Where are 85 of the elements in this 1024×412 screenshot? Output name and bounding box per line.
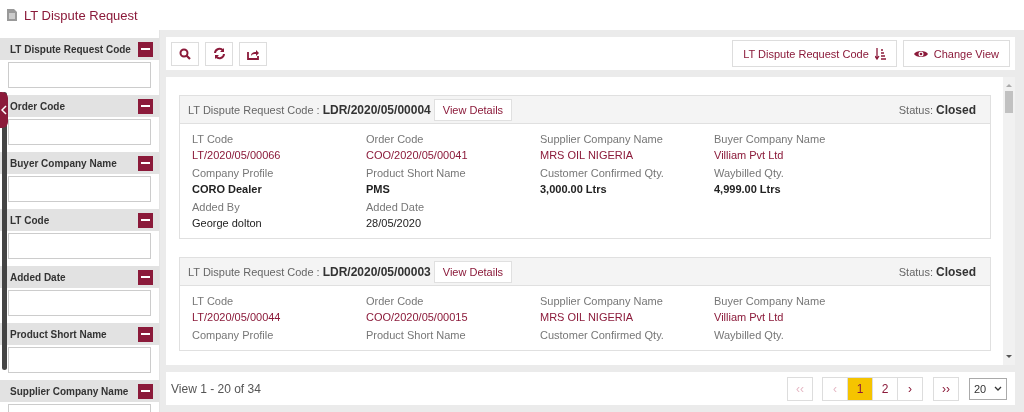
caret-down-icon	[994, 386, 1002, 391]
field-value: 4,999.00 Ltrs	[714, 182, 782, 197]
filter-input[interactable]	[8, 176, 151, 202]
field-value: PMS	[366, 182, 391, 197]
collapse-button[interactable]	[138, 383, 153, 399]
field-label: Customer Confirmed Qty.	[540, 166, 665, 181]
field-label: LT Code	[192, 294, 235, 309]
export-icon	[246, 47, 260, 60]
field-value[interactable]: MRS OIL NIGERIA	[540, 147, 714, 163]
field-label: Added Date	[366, 200, 426, 215]
chevron-left-icon	[1, 105, 7, 115]
document-icon	[7, 9, 17, 21]
scroll-thumb[interactable]	[1005, 91, 1013, 113]
field-label: Company Profile	[192, 166, 275, 181]
field-value[interactable]: Villiam Pvt Ltd	[714, 309, 888, 325]
collapse-button[interactable]	[138, 326, 153, 342]
search-icon	[179, 47, 191, 60]
refresh-icon	[212, 47, 226, 60]
field-value[interactable]: MRS OIL NIGERIA	[540, 309, 714, 325]
field-value[interactable]: COO/2020/05/00041	[366, 147, 540, 163]
export-button[interactable]	[239, 41, 267, 66]
filter-input[interactable]	[8, 119, 151, 145]
filter-label: Product Short Name	[10, 328, 108, 340]
next-page-button[interactable]: ›	[897, 376, 923, 401]
filter-label: LT Dispute Request Code	[10, 43, 132, 55]
status-label: Status:	[898, 103, 933, 116]
field-value: 3,000.00 Ltrs	[540, 182, 608, 197]
collapse-button[interactable]	[138, 212, 153, 228]
field-label: Supplier Company Name	[540, 294, 664, 309]
field-label: Company Profile	[192, 328, 275, 343]
refresh-button[interactable]	[205, 41, 233, 66]
field-label: Product Short Name	[366, 166, 467, 181]
status-value: Closed	[936, 264, 976, 279]
field-value: George dolton	[192, 216, 263, 231]
filter-label: LT Code	[10, 214, 51, 226]
filter-label: Added Date	[10, 271, 67, 283]
field-value: 28/05/2020	[366, 216, 423, 231]
field-value[interactable]: LT/2020/05/00066	[192, 147, 366, 163]
field-label: Order Code	[366, 132, 425, 147]
status-value: Closed	[936, 102, 976, 117]
sort-button[interactable]: LT Dispute Request Code	[732, 40, 897, 67]
field-value[interactable]: LT/2020/05/00044	[192, 309, 366, 325]
page-size-select[interactable]: 20	[969, 377, 1007, 400]
field-value: CORO Dealer	[192, 182, 263, 197]
view-details-button[interactable]: View Details	[433, 98, 513, 121]
filter-label: Supplier Company Name	[10, 385, 130, 397]
request-code: LDR/2020/05/00004	[322, 102, 431, 117]
field-label: Waybilled Qty.	[714, 328, 785, 343]
status-label: Status:	[898, 265, 933, 278]
last-page-button[interactable]: ››	[933, 376, 959, 401]
change-view-button[interactable]: Change View	[902, 40, 1010, 67]
page-title: LT Dispute Request	[24, 7, 138, 23]
field-label: Product Short Name	[366, 328, 467, 343]
code-label: LT Dispute Request Code :	[188, 265, 320, 278]
field-label: Waybilled Qty.	[714, 166, 785, 181]
filter-input[interactable]	[8, 233, 151, 259]
scrollbar[interactable]	[1003, 77, 1015, 365]
collapse-button[interactable]	[138, 98, 153, 114]
field-label: Buyer Company Name	[714, 294, 827, 309]
eye-icon	[913, 48, 928, 59]
filter-input[interactable]	[8, 290, 151, 316]
field-label: Buyer Company Name	[714, 132, 827, 147]
filter-label: Order Code	[10, 100, 66, 112]
request-code: LDR/2020/05/00003	[322, 264, 431, 279]
records-summary: View 1 - 20 of 34	[171, 381, 261, 396]
filter-label: Buyer Company Name	[10, 157, 118, 169]
field-label: Customer Confirmed Qty.	[540, 328, 665, 343]
search-button[interactable]	[171, 41, 199, 66]
collapse-button[interactable]	[138, 155, 153, 171]
sidebar-toggle[interactable]	[0, 92, 8, 128]
page-button[interactable]: 1	[847, 376, 873, 401]
sort-icon	[874, 47, 886, 60]
field-label: LT Code	[192, 132, 235, 147]
field-value[interactable]: COO/2020/05/00015	[366, 309, 540, 325]
filter-input[interactable]	[8, 347, 151, 373]
collapse-button[interactable]	[138, 269, 153, 285]
field-value[interactable]: Villiam Pvt Ltd	[714, 147, 888, 163]
page-button[interactable]: 2	[872, 376, 898, 401]
field-label: Order Code	[366, 294, 425, 309]
filter-input[interactable]	[8, 62, 151, 88]
view-details-button[interactable]: View Details	[433, 260, 513, 283]
field-label: Added By	[192, 200, 241, 215]
code-label: LT Dispute Request Code :	[188, 103, 320, 116]
collapse-button[interactable]	[138, 41, 153, 57]
field-label: Supplier Company Name	[540, 132, 664, 147]
